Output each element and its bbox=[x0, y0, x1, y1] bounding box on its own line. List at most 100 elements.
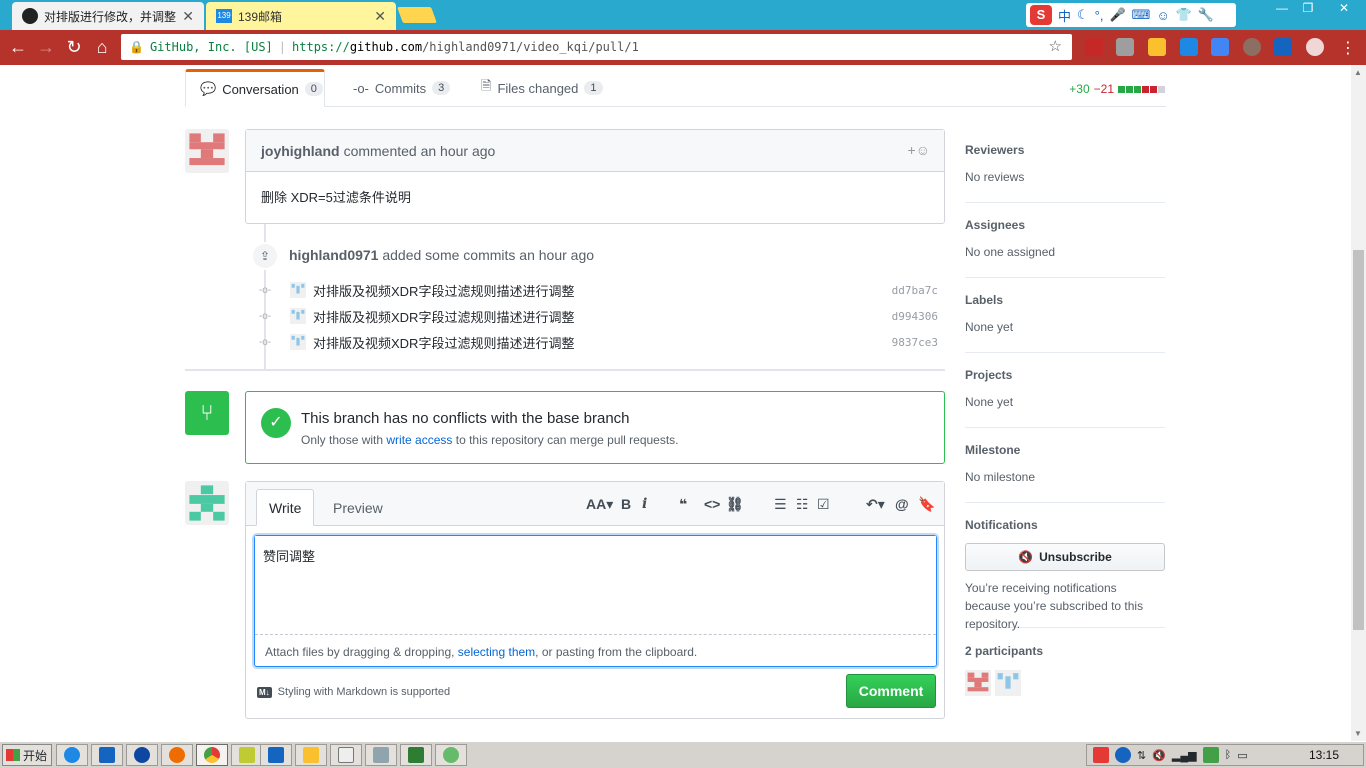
bluetooth-icon[interactable]: ᛒ bbox=[1225, 749, 1232, 761]
comment-textarea[interactable] bbox=[255, 536, 936, 635]
select-files-link[interactable]: selecting them bbox=[458, 645, 535, 659]
taskbar-tool-button[interactable] bbox=[365, 744, 397, 766]
taskbar-folder-button[interactable] bbox=[231, 744, 263, 766]
close-window-button[interactable]: ✕ bbox=[1324, 0, 1364, 18]
commit-author-avatar[interactable] bbox=[290, 308, 306, 324]
taskbar-explorer-button[interactable] bbox=[295, 744, 327, 766]
extension-grid-icon[interactable] bbox=[1306, 38, 1324, 56]
quote-icon[interactable]: ❝ bbox=[679, 496, 687, 513]
address-bar[interactable]: 🔒 GitHub, Inc. [US] | https:// github.co… bbox=[121, 34, 1072, 60]
chrome-menu-icon[interactable]: ⋮ bbox=[1340, 38, 1356, 58]
restore-window-button[interactable]: ❐ bbox=[1294, 0, 1322, 18]
home-icon[interactable]: ⌂ bbox=[88, 37, 116, 58]
commit-message[interactable]: 对排版及视频XDR字段过滤规则描述进行调整 bbox=[313, 333, 892, 352]
attach-files-bar[interactable]: Attach files by dragging & dropping, sel… bbox=[255, 638, 936, 666]
taskbar-notepad-button[interactable] bbox=[330, 744, 362, 766]
tab-files-changed[interactable]: 🗎 Files changed 1 bbox=[481, 69, 603, 107]
avatar-current-user[interactable] bbox=[185, 481, 229, 525]
unsubscribe-button[interactable]: 🔇 Unsubscribe bbox=[965, 543, 1165, 571]
extension-six-icon[interactable] bbox=[1180, 38, 1198, 56]
commit-sha[interactable]: 9837ce3 bbox=[892, 336, 938, 349]
moon-icon[interactable]: ☾ bbox=[1077, 7, 1089, 23]
italic-icon[interactable]: i bbox=[642, 496, 647, 512]
text-size-icon[interactable]: AA▾ bbox=[586, 496, 613, 513]
scroll-down-icon[interactable]: ▼ bbox=[1354, 729, 1362, 738]
commit-sha[interactable]: dd7ba7c bbox=[892, 284, 938, 297]
taskbar-word-button[interactable] bbox=[260, 744, 292, 766]
commit-sha[interactable]: d994306 bbox=[892, 310, 938, 323]
extension-folder-icon[interactable] bbox=[1148, 38, 1166, 56]
code-icon[interactable]: <> bbox=[704, 496, 720, 512]
sidebar-milestone[interactable]: Milestone No milestone bbox=[965, 443, 1165, 503]
comment-meta[interactable]: commented an hour ago bbox=[344, 143, 496, 159]
extension-eye-icon[interactable] bbox=[1116, 38, 1134, 56]
write-access-link[interactable]: write access bbox=[386, 433, 452, 447]
link-icon[interactable]: ⛓ bbox=[726, 496, 744, 513]
bold-icon[interactable]: B bbox=[621, 496, 631, 512]
taskbar-ie-button[interactable] bbox=[56, 744, 88, 766]
sogou-icon[interactable]: S bbox=[1030, 5, 1052, 25]
mute-tray-icon[interactable]: 🔇 bbox=[1152, 749, 1166, 762]
taskbar-wechat-button[interactable] bbox=[435, 744, 467, 766]
skin-icon[interactable]: 👕 bbox=[1176, 7, 1192, 23]
reload-icon[interactable]: ↻ bbox=[60, 37, 88, 58]
markdown-link[interactable]: Styling with Markdown is supported bbox=[278, 686, 450, 698]
avatar-joyhighland[interactable] bbox=[185, 129, 229, 173]
commit-message[interactable]: 对排版及视频XDR字段过滤规则描述进行调整 bbox=[313, 281, 892, 300]
commit-author-avatar[interactable] bbox=[290, 334, 306, 350]
microphone-icon[interactable]: 🎤 bbox=[1109, 7, 1125, 23]
comment-submit-button[interactable]: Comment bbox=[846, 674, 936, 708]
scrollbar-thumb[interactable] bbox=[1353, 250, 1364, 630]
app-tray-icon[interactable] bbox=[1202, 747, 1219, 763]
punctuation-icon[interactable]: °, bbox=[1095, 8, 1104, 23]
start-button[interactable]: 开始 bbox=[2, 744, 52, 766]
mention-icon[interactable]: @ bbox=[895, 496, 909, 512]
back-icon[interactable]: ← bbox=[4, 37, 32, 58]
taskbar-outlook-button[interactable] bbox=[91, 744, 123, 766]
bulleted-list-icon[interactable]: ☰ bbox=[774, 496, 787, 513]
ime-mode-label[interactable]: 中 bbox=[1058, 6, 1071, 25]
task-list-icon[interactable]: ☑ bbox=[817, 496, 830, 513]
page-scrollbar[interactable]: ▲ ▼ bbox=[1351, 65, 1366, 741]
taskbar-chrome-button[interactable] bbox=[196, 744, 228, 766]
tab-write[interactable]: Write bbox=[256, 489, 315, 526]
taskbar-excel-button[interactable] bbox=[400, 744, 432, 766]
user-icon[interactable]: ☺ bbox=[1156, 8, 1169, 23]
help-tray-icon[interactable] bbox=[1115, 747, 1131, 763]
network-icon[interactable]: ⇅ bbox=[1137, 749, 1146, 762]
browser-tab-active[interactable]: 对排版进行修改，并调整 ✕ bbox=[12, 2, 204, 30]
sidebar-assignees[interactable]: Assignees No one assigned bbox=[965, 218, 1165, 278]
extension-tool-icon[interactable] bbox=[1274, 38, 1292, 56]
browser-tab-139mail[interactable]: 139 139邮箱 ✕ bbox=[206, 2, 396, 30]
extension-translate-icon[interactable] bbox=[1211, 38, 1229, 56]
forward-icon[interactable]: → bbox=[32, 37, 60, 58]
sogou-tray-icon[interactable] bbox=[1093, 747, 1109, 763]
commits-author[interactable]: highland0971 bbox=[289, 247, 378, 263]
keyboard-icon[interactable]: ⌨ bbox=[1132, 7, 1151, 23]
comment-author[interactable]: joyhighland bbox=[261, 143, 340, 159]
extension-book-icon[interactable] bbox=[1085, 38, 1103, 56]
sidebar-projects[interactable]: Projects None yet bbox=[965, 368, 1165, 428]
minimize-window-button[interactable]: — bbox=[1268, 0, 1296, 18]
taskbar-app-button[interactable] bbox=[126, 744, 158, 766]
tab-preview[interactable]: Preview bbox=[321, 489, 395, 526]
wrench-icon[interactable]: 🔧 bbox=[1198, 7, 1214, 23]
sidebar-reviewers[interactable]: Reviewers No reviews bbox=[965, 143, 1165, 203]
commit-author-avatar[interactable] bbox=[290, 282, 306, 298]
bookmark-star-icon[interactable]: ☆ bbox=[1049, 37, 1062, 55]
tab-commits[interactable]: -o- Commits 3 bbox=[353, 69, 451, 107]
lock-icon[interactable]: 🔒 bbox=[129, 40, 144, 54]
extension-user-icon[interactable] bbox=[1243, 38, 1261, 56]
clock[interactable]: 13:15 bbox=[1309, 748, 1339, 762]
taskbar-firefox-button[interactable] bbox=[161, 744, 193, 766]
bookmark-icon[interactable]: 🔖 bbox=[918, 496, 935, 513]
battery-icon[interactable]: ▭ bbox=[1237, 749, 1247, 762]
commit-message[interactable]: 对排版及视频XDR字段过滤规则描述进行调整 bbox=[313, 307, 892, 326]
close-tab-icon[interactable]: ✕ bbox=[374, 8, 386, 25]
reply-icon[interactable]: ↶▾ bbox=[866, 496, 885, 513]
close-tab-icon[interactable]: ✕ bbox=[182, 8, 194, 25]
numbered-list-icon[interactable]: ☷ bbox=[796, 496, 809, 513]
tab-conversation[interactable]: 💬 Conversation 0 bbox=[185, 69, 325, 107]
participant-avatar-joyhighland[interactable] bbox=[965, 670, 991, 696]
scroll-up-icon[interactable]: ▲ bbox=[1354, 68, 1362, 77]
